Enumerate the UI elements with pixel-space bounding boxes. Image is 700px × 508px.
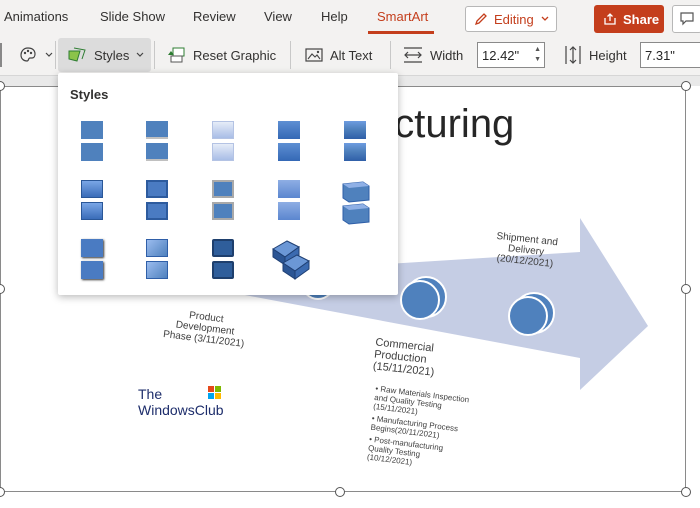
style-option[interactable] [137,176,177,228]
style-option[interactable] [203,176,243,228]
style-swatch [146,143,168,161]
style-swatch [81,121,103,139]
style-swatch [81,143,103,161]
style-option[interactable] [137,235,177,287]
style-option[interactable] [72,235,112,287]
style-swatch [278,180,300,198]
timeline-node[interactable] [400,280,440,320]
timeline-node[interactable] [508,296,548,336]
watermark: The WindowsClub [138,386,224,418]
style-swatch [278,143,300,161]
style-swatch [212,202,234,220]
style-option[interactable] [203,117,243,169]
style-swatch [344,143,366,161]
windows-logo-icon [208,386,221,399]
style-option[interactable] [203,235,243,287]
style-option[interactable] [335,117,375,169]
commercial-bullet-list[interactable]: • Raw Materials Inspection and Quality T… [366,384,471,476]
style-swatch [278,202,300,220]
style-swatch [146,261,168,279]
style-swatch [278,121,300,139]
style-swatch [212,143,234,161]
style-swatch [81,202,103,220]
style-swatch [344,121,366,139]
style-swatch [212,180,234,198]
style-swatch [81,180,103,198]
style-3d-swatch [342,181,370,225]
style-swatch [146,202,168,220]
style-option[interactable] [269,176,309,228]
style-swatch [146,180,168,198]
style-swatch [146,121,168,139]
style-swatch [212,261,234,279]
style-option[interactable] [335,176,375,228]
styles-dropdown: Styles [58,73,398,295]
commercial-production-label[interactable]: Commercial Production (15/11/2021) [372,336,445,379]
watermark-line2: WindowsClub [138,402,224,418]
style-swatch [81,239,103,257]
style-option[interactable] [137,117,177,169]
style-swatch [212,121,234,139]
style-3d-swatch [272,240,310,280]
style-swatch [212,239,234,257]
style-option[interactable] [269,117,309,169]
style-swatch [81,261,103,279]
style-option[interactable] [72,176,112,228]
style-option[interactable] [269,235,313,287]
style-swatch [146,239,168,257]
style-option[interactable] [72,117,112,169]
styles-dropdown-title: Styles [70,87,109,102]
